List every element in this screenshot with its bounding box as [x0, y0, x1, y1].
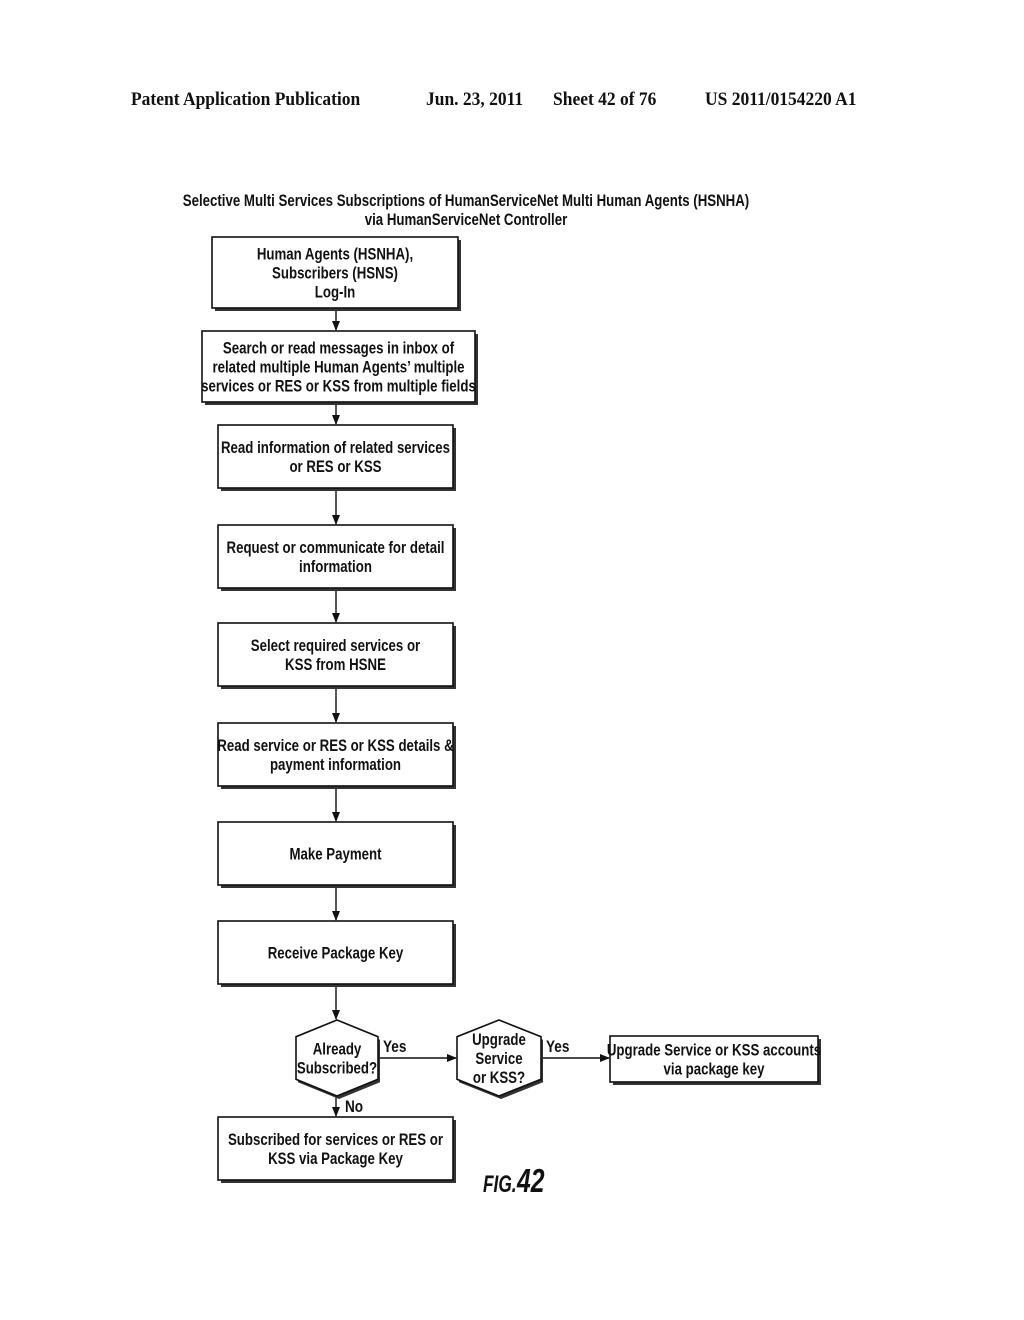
step-box-search-text: related multiple Human Agents’ multiple: [212, 358, 464, 377]
step-box-read-details-text: Read service or RES or KSS details &: [217, 737, 453, 756]
step-box-payment-text: Make Payment: [289, 845, 381, 864]
step-box-search-text: Search or read messages in inbox of: [223, 339, 455, 358]
step-box-select-text: Select required services or: [251, 637, 420, 656]
step-box-read-details-text: payment information: [270, 756, 401, 775]
subscribed-box-text: KSS via Package Key: [268, 1150, 403, 1169]
step-box-request-text: Request or communicate for detail: [227, 539, 445, 558]
step-box-receive-key: Receive Package Key: [217, 920, 456, 987]
upgrade-accounts-box: Upgrade Service or KSS accountsvia packa…: [607, 1035, 821, 1085]
decision-upgrade-text: Service: [475, 1050, 522, 1069]
step-box-login-text: Subscribers (HSNS): [272, 264, 398, 283]
figure-number: 42: [516, 1164, 544, 1200]
yes-label: Yes: [383, 1038, 406, 1057]
step-box-read-info: Read information of related servicesor R…: [217, 424, 456, 491]
diagram-title-line: Selective Multi Services Subscriptions o…: [183, 192, 749, 211]
diagram-title-line: via HumanServiceNet Controller: [365, 211, 568, 230]
step-box-request-text: information: [299, 558, 372, 577]
no-label: No: [345, 1098, 363, 1117]
step-box-payment: Make Payment: [217, 821, 456, 888]
flow-nodes: Human Agents (HSNHA),Subscribers (HSNS)L…: [201, 236, 821, 1183]
decision-upgrade: UpgradeServiceor KSS?: [456, 1019, 543, 1099]
subscribed-box-text: Subscribed for services or RES or: [228, 1131, 443, 1150]
step-box-select-text: KSS from HSNE: [285, 656, 386, 675]
yes-label: Yes: [546, 1038, 569, 1057]
step-box-search: Search or read messages in inbox ofrelat…: [201, 330, 478, 405]
step-box-receive-key-text: Receive Package Key: [268, 944, 404, 963]
step-box-login: Human Agents (HSNHA),Subscribers (HSNS)L…: [211, 236, 461, 311]
decision-already-subscribed: AlreadySubscribed?: [295, 1019, 380, 1099]
diagram-title: Selective Multi Services Subscriptions o…: [183, 192, 749, 230]
upgrade-accounts-box-text: Upgrade Service or KSS accounts: [607, 1041, 821, 1060]
step-box-read-info-text: Read information of related services: [221, 439, 450, 458]
decision-already-subscribed-text: Subscribed?: [297, 1059, 377, 1078]
upgrade-accounts-box-text: via package key: [664, 1060, 765, 1079]
step-box-request: Request or communicate for detailinforma…: [217, 524, 456, 591]
decision-already-subscribed-text: Already: [313, 1040, 362, 1059]
step-box-read-info-text: or RES or KSS: [289, 458, 381, 477]
flowchart: Selective Multi Services Subscriptions o…: [183, 192, 821, 1200]
step-box-select: Select required services orKSS from HSNE: [217, 622, 456, 689]
step-box-login-text: Log-In: [315, 283, 355, 302]
step-box-search-text: services or RES or KSS from multiple fie…: [201, 377, 476, 396]
decision-upgrade-text: or KSS?: [473, 1069, 525, 1088]
figure-prefix: FIG.: [483, 1171, 517, 1197]
step-box-read-details: Read service or RES or KSS details &paym…: [217, 722, 456, 789]
subscribed-box: Subscribed for services or RES orKSS via…: [217, 1116, 456, 1183]
step-box-login-text: Human Agents (HSNHA),: [257, 245, 413, 264]
decision-upgrade-text: Upgrade: [472, 1031, 526, 1050]
figure-label: FIG. 42: [483, 1164, 545, 1200]
